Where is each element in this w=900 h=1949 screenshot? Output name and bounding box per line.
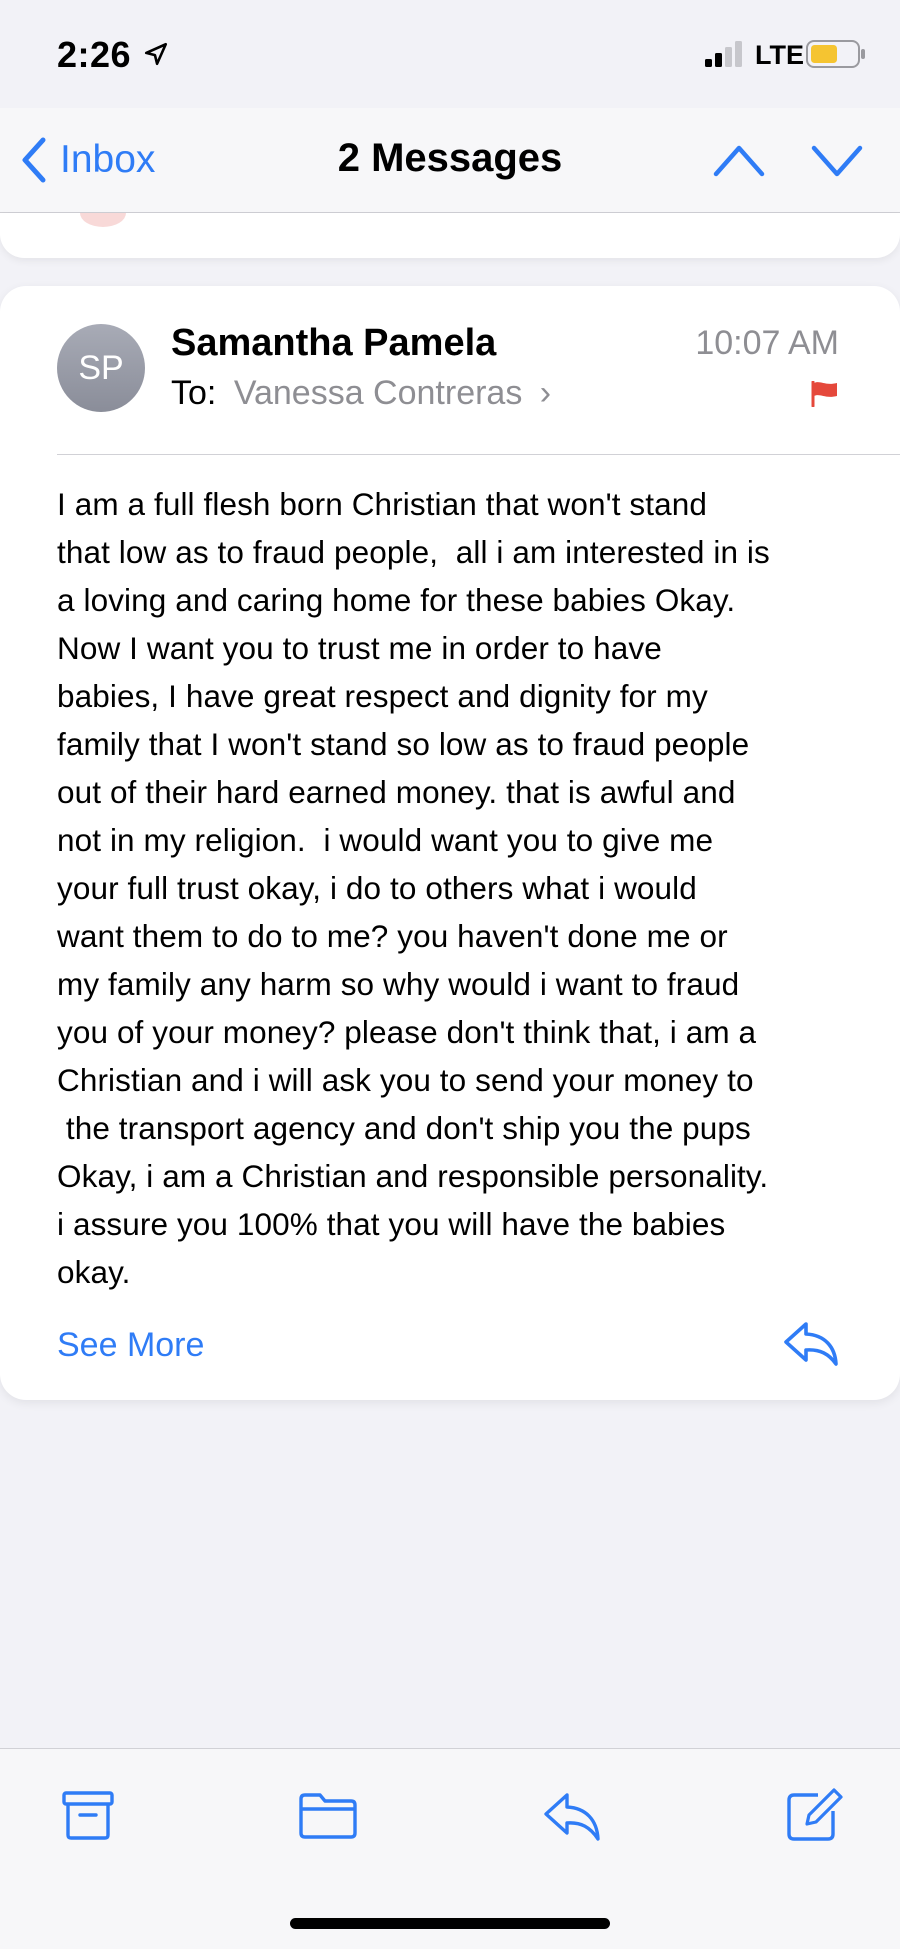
reply-icon[interactable] [782,1320,840,1368]
message-body-line: the transport agency and don't ship you … [57,1110,751,1146]
message-body: I am a full flesh born Christian that wo… [57,480,867,1296]
recipient-row[interactable]: To: Vanessa Contreras › [171,374,551,413]
message-body-line: out of their hard earned money. that is … [57,774,736,810]
message-body-line: okay. [57,1254,131,1290]
header-divider [57,454,900,455]
message-body-line: not in my religion. i would want you to … [57,822,714,858]
message-body-line: you of your money? please don't think th… [57,1014,757,1050]
cellular-signal-icon [705,41,742,67]
message-body-line: a loving and caring home for these babie… [57,582,736,618]
message-body-line: want them to do to me? you haven't done … [57,918,728,954]
home-indicator[interactable] [290,1918,610,1929]
message-body-line: Christian and i will ask you to send you… [57,1062,754,1098]
navigation-bar: Inbox 2 Messages [0,108,900,213]
archive-icon[interactable] [58,1787,118,1843]
folder-icon[interactable] [298,1787,358,1843]
flag-icon [811,381,837,407]
compose-icon[interactable] [784,1787,844,1843]
chevron-right-icon: › [539,374,552,412]
sender-name[interactable]: Samantha Pamela [171,322,496,365]
status-bar: 2:26 LTE [0,0,900,108]
recipient-name: Vanessa Contreras [233,374,523,412]
status-time: 2:26 [57,34,132,75]
chevron-down-icon[interactable] [810,140,864,180]
message-body-line: my family any harm so why would i want t… [57,966,740,1002]
network-type: LTE [755,40,804,70]
previous-message-card[interactable] [0,213,900,258]
message-body-line: your full trust okay, i do to others wha… [57,870,697,906]
to-label: To: [171,374,217,412]
reply-icon[interactable] [542,1787,602,1843]
message-body-line: i assure you 100% that you will have the… [57,1206,726,1242]
see-more-link[interactable]: See More [57,1326,204,1365]
message-body-line: Now I want you to trust me in order to h… [57,630,662,666]
message-body-line: I am a full flesh born Christian that wo… [57,486,707,522]
location-arrow-icon [144,42,168,66]
battery-icon [806,40,865,68]
chevron-up-icon[interactable] [712,140,766,180]
message-body-line: that low as to fraud people, all i am in… [57,534,770,570]
message-card: SP Samantha Pamela To: Vanessa Contreras… [0,286,900,1400]
message-body-line: family that I won't stand so low as to f… [57,726,750,762]
message-body-line: Okay, i am a Christian and responsible p… [57,1158,769,1194]
bottom-toolbar [0,1748,900,1949]
avatar[interactable]: SP [57,324,145,412]
message-body-line: babies, I have great respect and dignity… [57,678,708,714]
message-time: 10:07 AM [695,324,839,362]
previous-message-avatar [80,213,126,227]
